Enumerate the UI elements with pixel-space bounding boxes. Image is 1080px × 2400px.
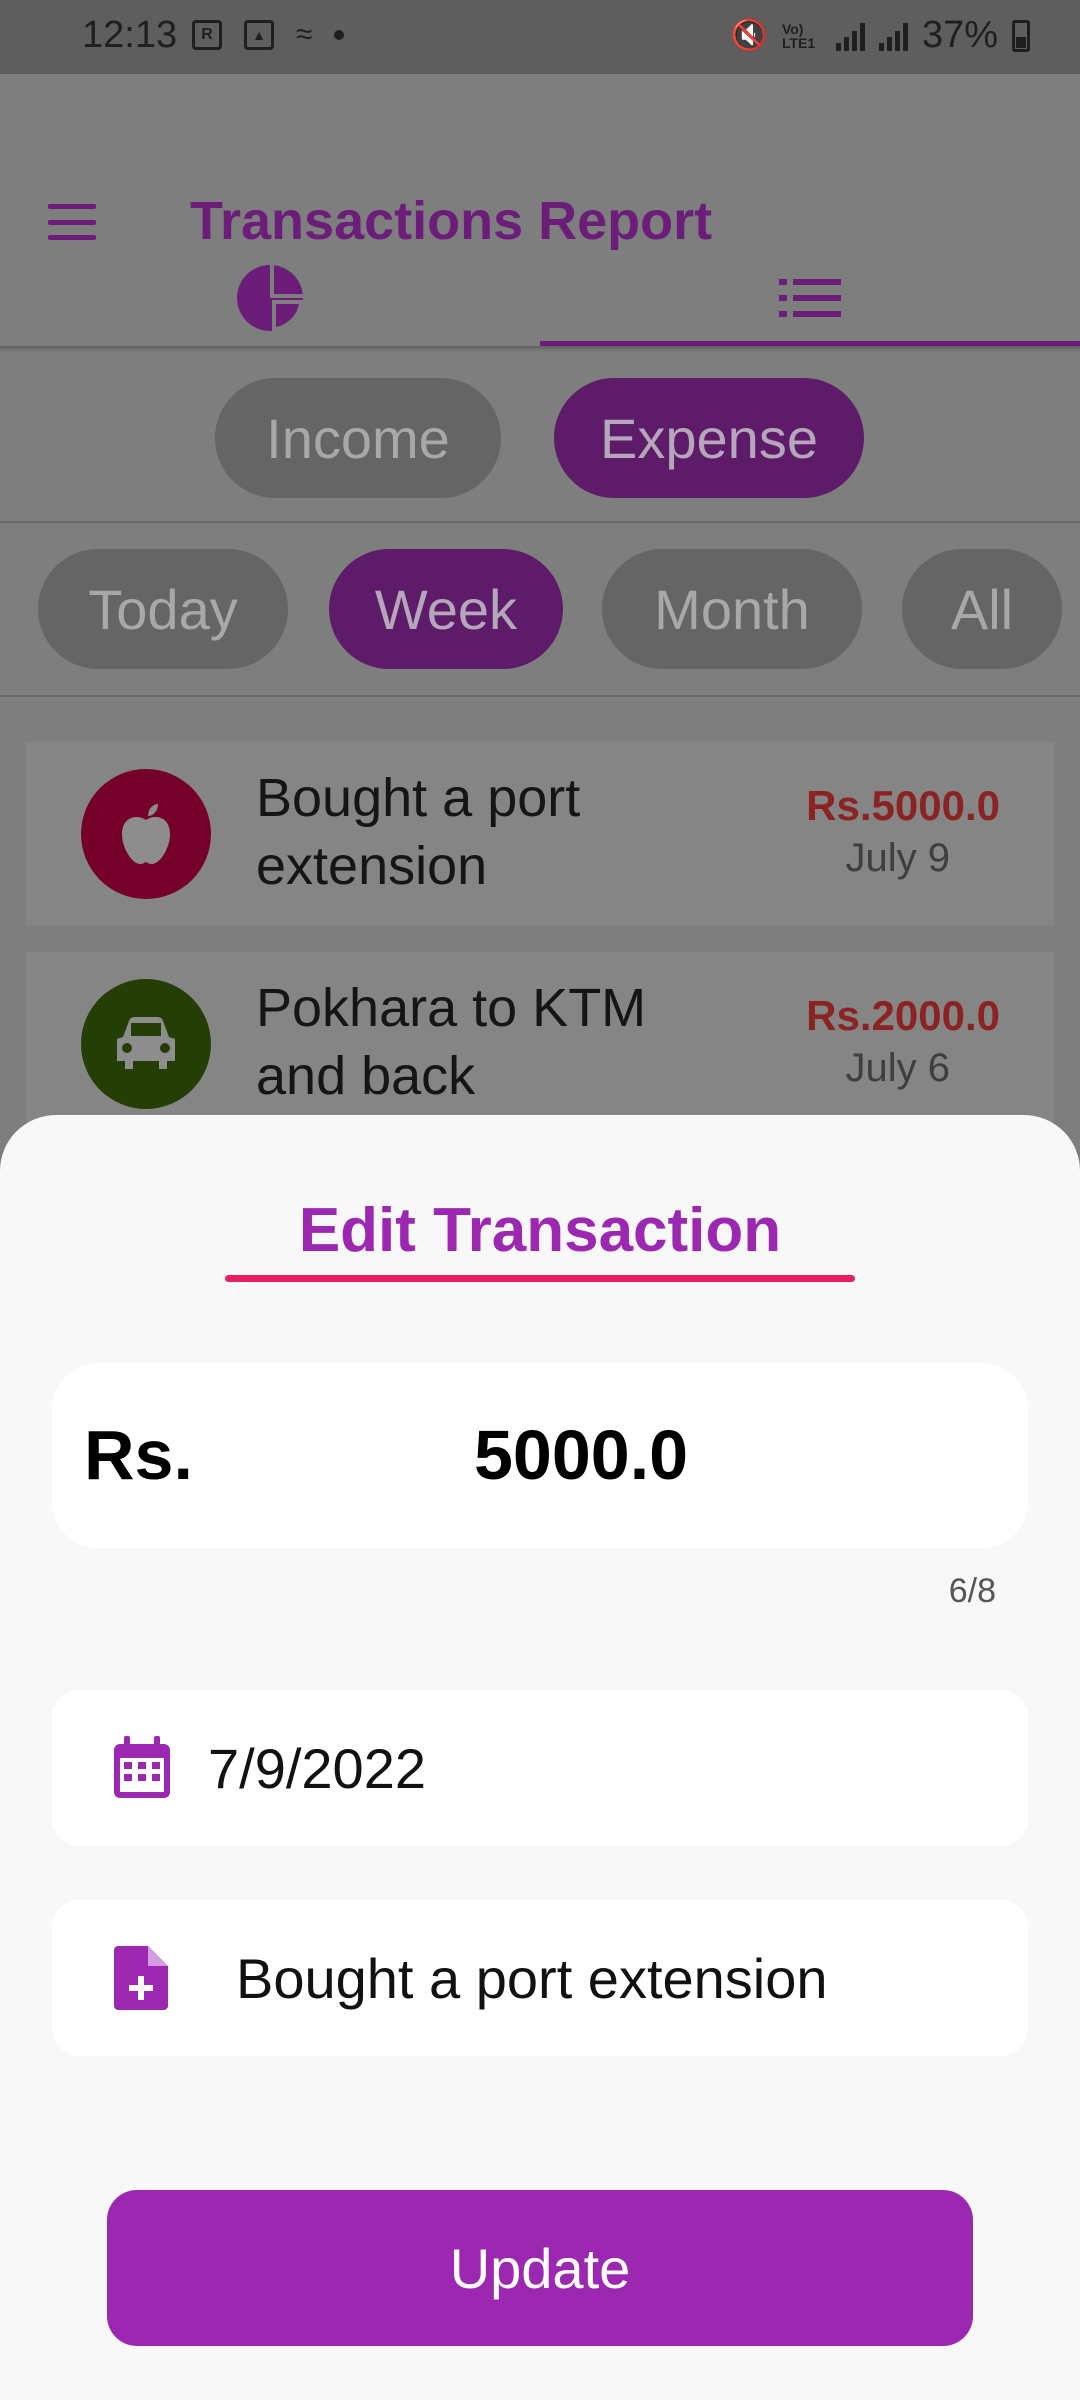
- more-notifications-icon: [334, 30, 345, 40]
- note-input[interactable]: Bought a port extension: [236, 1946, 828, 2011]
- list-item[interactable]: Bought a port extension Rs.5000.0 July 9: [26, 742, 1054, 926]
- transaction-date: July 6: [845, 1046, 951, 1090]
- pie-chart-icon: [237, 265, 303, 331]
- tab-bar: [0, 248, 1080, 348]
- notification-icons: R ▲ ≈: [192, 18, 345, 52]
- calendar-icon: [114, 1736, 170, 1798]
- currency-prefix: Rs.: [84, 1416, 193, 1494]
- filter-divider: [0, 521, 1080, 523]
- amount-field[interactable]: Rs. 5000.0: [52, 1363, 1028, 1548]
- tab-list[interactable]: [540, 248, 1080, 348]
- transaction-title: Bought a port extension: [256, 768, 581, 896]
- transaction-amount: Rs.5000.0: [806, 782, 1000, 829]
- list-icon: [779, 279, 841, 317]
- missed-call-icon: ≈: [296, 18, 313, 51]
- gallery-icon: ▲: [244, 20, 274, 50]
- sheet-title: Edit Transaction: [298, 1196, 782, 1265]
- status-right: 🔇 Vo) LTE1 37%: [731, 14, 1030, 57]
- chip-month[interactable]: Month: [602, 549, 862, 669]
- notification-app-icon: R: [192, 20, 222, 50]
- mute-icon: 🔇: [730, 19, 768, 52]
- signal-icon-2: [878, 21, 908, 51]
- chip-today[interactable]: Today: [38, 549, 288, 669]
- note-field[interactable]: Bought a port extension: [52, 1900, 1028, 2056]
- chip-week[interactable]: Week: [329, 549, 563, 669]
- apple-icon: [81, 769, 211, 899]
- car-icon: [81, 979, 211, 1109]
- battery-percent: 37%: [921, 14, 998, 56]
- chip-expense[interactable]: Expense: [554, 378, 864, 498]
- chip-all[interactable]: All: [902, 549, 1062, 669]
- period-divider: [0, 695, 1080, 697]
- date-field[interactable]: 7/9/2022: [52, 1690, 1028, 1846]
- network-label: Vo) LTE1: [781, 20, 816, 51]
- edit-transaction-sheet: Edit Transaction Rs. 5000.0 6/8 7/9/2022…: [0, 1115, 1080, 2400]
- status-bar: 12:13 R ▲ ≈ 🔇 Vo) LTE1 37%: [0, 0, 1080, 74]
- list-item[interactable]: Pokhara to KTM and back Rs.2000.0 July 6: [26, 952, 1054, 1136]
- status-time: 12:13: [82, 14, 178, 56]
- signal-icon: [835, 21, 865, 51]
- chip-income[interactable]: Income: [215, 378, 501, 498]
- menu-icon[interactable]: [48, 204, 96, 240]
- transaction-title: Pokhara to KTM and back: [256, 978, 647, 1106]
- transaction-date: July 9: [845, 836, 951, 880]
- update-button[interactable]: Update: [107, 2190, 973, 2346]
- transaction-amount: Rs.2000.0: [806, 992, 1000, 1039]
- tab-chart[interactable]: [0, 248, 540, 348]
- add-note-icon: [114, 1946, 168, 2010]
- date-value: 7/9/2022: [208, 1737, 426, 1800]
- character-counter: 6/8: [948, 1572, 996, 1610]
- tab-bar-shadow: [0, 346, 1080, 352]
- page-title: Transactions Report: [190, 191, 713, 251]
- title-underline: [225, 1275, 855, 1282]
- amount-input[interactable]: 5000.0: [474, 1415, 688, 1495]
- battery-icon: [1012, 19, 1030, 52]
